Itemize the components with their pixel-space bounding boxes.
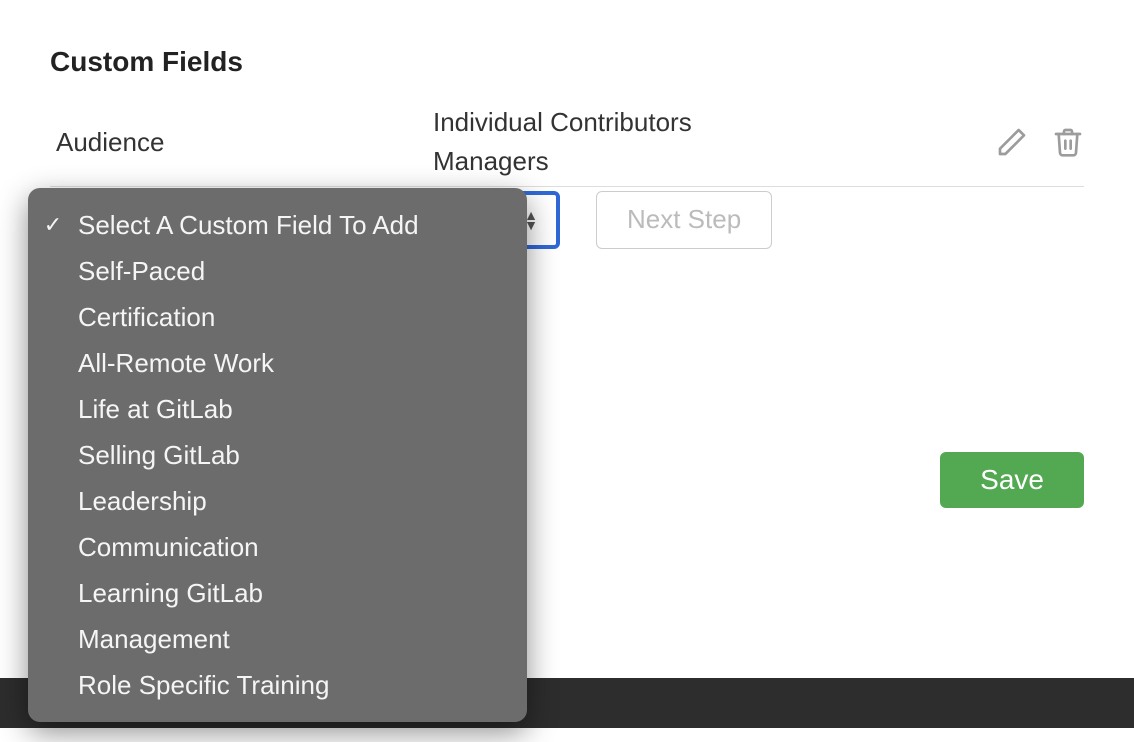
dropdown-option[interactable]: Learning GitLab	[28, 570, 527, 616]
dropdown-option-label: Self-Paced	[78, 256, 527, 287]
dropdown-option[interactable]: Leadership	[28, 478, 527, 524]
dropdown-option-label: Selling GitLab	[78, 440, 527, 471]
dropdown-option[interactable]: Communication	[28, 524, 527, 570]
custom-field-dropdown[interactable]: ✓Select A Custom Field To Add Self-Paced C…	[28, 188, 527, 722]
dropdown-option[interactable]: All-Remote Work	[28, 340, 527, 386]
trash-icon[interactable]	[1052, 126, 1084, 158]
dropdown-option[interactable]: Life at GitLab	[28, 386, 527, 432]
save-button[interactable]: Save	[940, 452, 1084, 508]
dropdown-option[interactable]: Management	[28, 616, 527, 662]
dropdown-option-label: Communication	[78, 532, 527, 563]
dropdown-option[interactable]: Selling GitLab	[28, 432, 527, 478]
custom-field-row-audience: Audience Individual Contributors Manager…	[50, 98, 1084, 187]
custom-field-label: Audience	[50, 127, 433, 158]
dropdown-option-label: Management	[78, 624, 527, 655]
dropdown-option[interactable]: Role Specific Training	[28, 662, 527, 708]
dropdown-option[interactable]: ✓Select A Custom Field To Add	[28, 202, 527, 248]
dropdown-option-label: Role Specific Training	[78, 670, 527, 701]
field-value-line: Managers	[433, 142, 944, 181]
dropdown-option-label: Life at GitLab	[78, 394, 527, 425]
dropdown-option[interactable]: Certification	[28, 294, 527, 340]
field-value-line: Individual Contributors	[433, 103, 944, 142]
dropdown-option-label: All-Remote Work	[78, 348, 527, 379]
dropdown-option-label: Certification	[78, 302, 527, 333]
dropdown-option-label: Select A Custom Field To Add	[78, 210, 527, 241]
dropdown-option[interactable]: Self-Paced	[28, 248, 527, 294]
next-step-button[interactable]: Next Step	[596, 191, 772, 249]
dropdown-option-label: Leadership	[78, 486, 527, 517]
row-actions	[944, 126, 1084, 158]
edit-icon[interactable]	[996, 126, 1028, 158]
checkmark-icon: ✓	[28, 212, 78, 238]
dropdown-option-label: Learning GitLab	[78, 578, 527, 609]
custom-field-values: Individual Contributors Managers	[433, 103, 944, 181]
section-title: Custom Fields	[50, 46, 1084, 78]
save-row: Save	[940, 452, 1084, 508]
